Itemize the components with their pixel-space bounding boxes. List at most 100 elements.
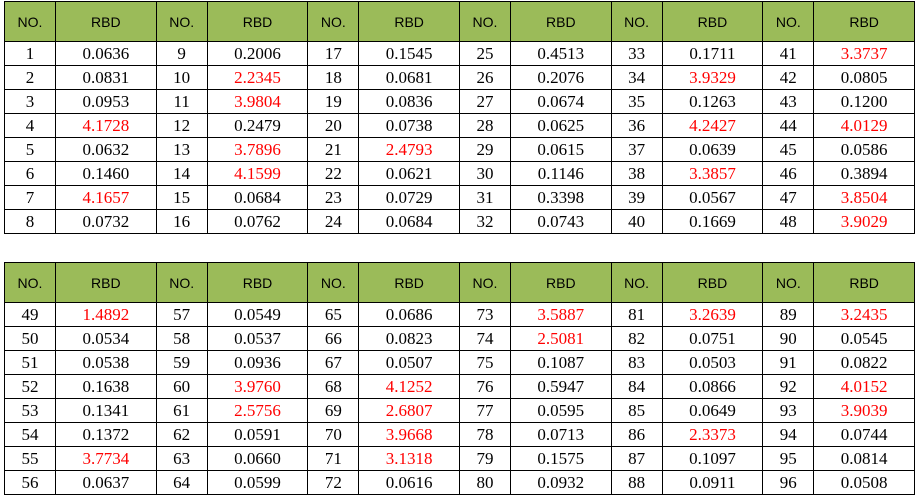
cell-no: 82	[610, 326, 663, 351]
cell-no: 96	[762, 470, 815, 495]
cell-rbd: 0.1263	[661, 89, 764, 114]
cell-no: 20	[307, 113, 360, 138]
column-header-rbd: RBD	[55, 1, 157, 42]
cell-rbd: 0.0738	[358, 113, 460, 138]
cell-no: 78	[458, 422, 511, 447]
cell-rbd: 0.0616	[358, 470, 460, 495]
cell-no: 8	[4, 209, 56, 234]
cell-no: 80	[458, 470, 511, 495]
cell-no: 30	[458, 161, 511, 186]
cell-no: 56	[4, 470, 56, 495]
cell-no: 76	[458, 374, 511, 399]
cell-rbd: 0.0953	[55, 89, 157, 114]
cell-no: 16	[155, 209, 208, 234]
column-header-no: NO.	[458, 262, 511, 303]
cell-rbd-highlight: 3.3737	[813, 41, 915, 66]
cell-rbd: 0.0591	[206, 422, 309, 447]
cell-no: 75	[458, 350, 511, 375]
cell-rbd-highlight: 4.1599	[206, 161, 309, 186]
cell-rbd-highlight: 3.5887	[509, 302, 612, 327]
cell-rbd: 0.1575	[509, 446, 612, 471]
cell-no: 71	[307, 446, 360, 471]
cell-rbd: 0.0674	[509, 89, 612, 114]
cell-no: 69	[307, 398, 360, 423]
cell-rbd: 0.0595	[509, 398, 612, 423]
column-header-rbd: RBD	[813, 1, 915, 42]
cell-rbd: 0.0537	[206, 326, 309, 351]
cell-no: 85	[610, 398, 663, 423]
cell-rbd-highlight: 3.1318	[358, 446, 460, 471]
cell-rbd-highlight: 3.8504	[813, 185, 915, 210]
table-row: 3 0.0953 11 3.9804 19 0.0836 27 0.0674 35 0.1263 4…	[4, 89, 915, 114]
cell-rbd-highlight: 3.9329	[661, 65, 764, 90]
cell-rbd: 0.0686	[358, 302, 460, 327]
cell-rbd: 0.0503	[661, 350, 764, 375]
cell-rbd: 0.1711	[661, 41, 764, 66]
cell-rbd: 0.0639	[661, 137, 764, 162]
table-header-row: NO. RBD NO. RBD NO. RBD NO. RBD NO. RBD NO. RBD	[4, 262, 915, 303]
cell-no: 26	[458, 65, 511, 90]
cell-rbd-highlight: 2.4793	[358, 137, 460, 162]
column-header-rbd: RBD	[509, 262, 612, 303]
column-header-rbd: RBD	[55, 262, 157, 303]
cell-no: 10	[155, 65, 208, 90]
column-header-rbd: RBD	[661, 1, 764, 42]
cell-no: 7	[4, 185, 56, 210]
cell-rbd-highlight: 3.9039	[813, 398, 915, 423]
cell-no: 88	[610, 470, 663, 495]
cell-rbd: 0.0836	[358, 89, 460, 114]
column-header-no: NO.	[155, 262, 208, 303]
cell-no: 72	[307, 470, 360, 495]
cell-rbd: 0.2479	[206, 113, 309, 138]
cell-no: 1	[4, 41, 56, 66]
cell-rbd: 0.1372	[55, 422, 157, 447]
cell-no: 41	[762, 41, 815, 66]
cell-no: 18	[307, 65, 360, 90]
column-header-rbd: RBD	[813, 262, 915, 303]
column-header-rbd: RBD	[509, 1, 612, 42]
cell-rbd: 0.0636	[55, 41, 157, 66]
column-header-no: NO.	[762, 1, 815, 42]
cell-rbd: 0.0932	[509, 470, 612, 495]
cell-no: 47	[762, 185, 815, 210]
column-header-rbd: RBD	[358, 262, 460, 303]
cell-no: 36	[610, 113, 663, 138]
cell-rbd-highlight: 2.5756	[206, 398, 309, 423]
cell-no: 68	[307, 374, 360, 399]
cell-rbd-highlight: 3.2435	[813, 302, 915, 327]
table-row: 4 4.1728 12 0.2479 20 0.0738 28 0.0625 36 4.2427 4…	[4, 113, 915, 138]
cell-no: 58	[155, 326, 208, 351]
cell-no: 22	[307, 161, 360, 186]
column-header-no: NO.	[4, 1, 56, 42]
cell-no: 40	[610, 209, 663, 234]
cell-rbd: 0.2006	[206, 41, 309, 66]
cell-no: 19	[307, 89, 360, 114]
cell-no: 65	[307, 302, 360, 327]
cell-no: 17	[307, 41, 360, 66]
cell-rbd: 0.1087	[509, 350, 612, 375]
cell-rbd-highlight: 4.1728	[55, 113, 157, 138]
cell-no: 55	[4, 446, 56, 471]
cell-rbd: 0.0621	[358, 161, 460, 186]
cell-no: 6	[4, 161, 56, 186]
cell-rbd: 0.0823	[358, 326, 460, 351]
cell-no: 84	[610, 374, 663, 399]
cell-rbd-highlight: 4.1252	[358, 374, 460, 399]
cell-no: 87	[610, 446, 663, 471]
cell-no: 46	[762, 161, 815, 186]
cell-rbd-highlight: 3.9804	[206, 89, 309, 114]
cell-rbd-highlight: 2.5081	[509, 326, 612, 351]
cell-no: 50	[4, 326, 56, 351]
cell-no: 2	[4, 65, 56, 90]
cell-rbd: 0.1460	[55, 161, 157, 186]
column-header-no: NO.	[610, 262, 663, 303]
cell-no: 67	[307, 350, 360, 375]
cell-rbd: 0.0713	[509, 422, 612, 447]
table-row: 50 0.0534 58 0.0537 66 0.0823 74 2.5081 82 0.0751…	[4, 326, 915, 351]
cell-rbd: 0.0649	[661, 398, 764, 423]
cell-no: 79	[458, 446, 511, 471]
cell-no: 73	[458, 302, 511, 327]
cell-no: 94	[762, 422, 815, 447]
cell-rbd-highlight: 3.9760	[206, 374, 309, 399]
column-header-rbd: RBD	[358, 1, 460, 42]
